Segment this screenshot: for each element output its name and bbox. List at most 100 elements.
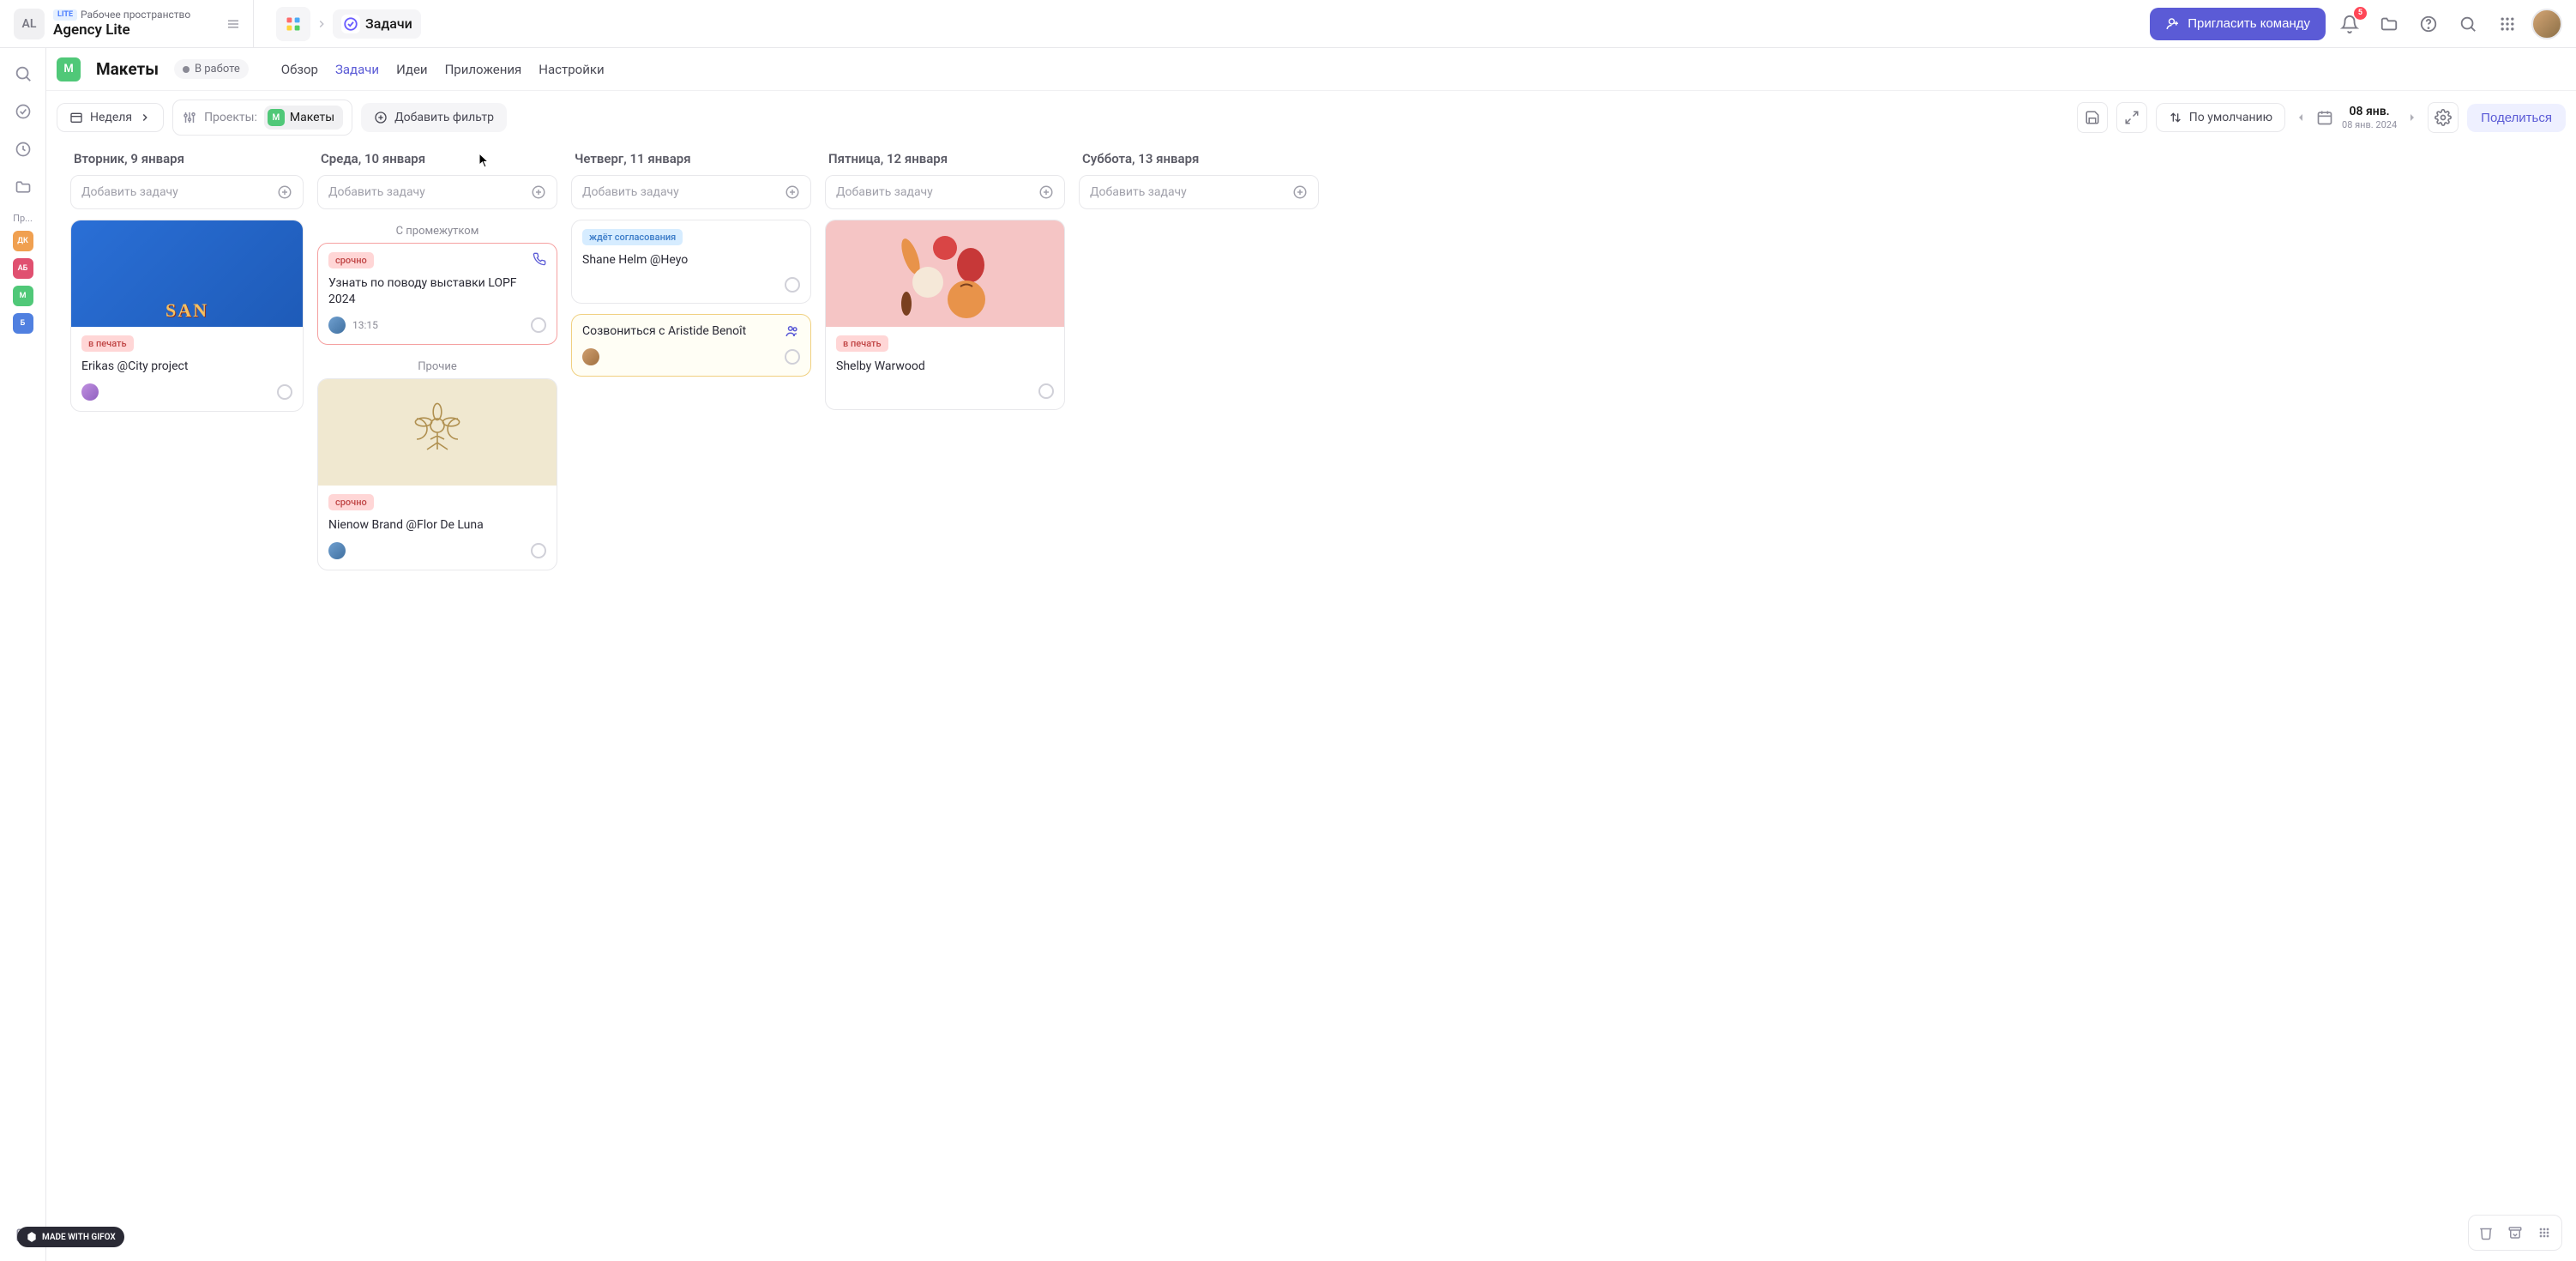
add-task-input[interactable]: Добавить задачу — [571, 175, 811, 209]
task-card[interactable]: ждёт согласования Shane Helm @Heyo — [571, 220, 811, 304]
task-title: Узнать по поводу выставки LOPF 2024 — [328, 275, 526, 308]
task-complete-checkbox[interactable] — [531, 317, 546, 333]
task-card[interactable]: Созвониться с Aristide Benoît — [571, 314, 811, 377]
notifications-button[interactable]: 5 — [2334, 9, 2365, 39]
add-task-input[interactable]: Добавить задачу — [70, 175, 304, 209]
task-card[interactable]: срочно Узнать по поводу выставки LOPF 202… — [317, 243, 557, 345]
assignee-avatar[interactable] — [81, 383, 99, 401]
task-complete-checkbox[interactable] — [1038, 383, 1054, 399]
bottom-tools — [2468, 1215, 2562, 1251]
task-complete-checkbox[interactable] — [785, 277, 800, 293]
phone-icon — [533, 252, 546, 266]
subnav-tasks[interactable]: Задачи — [335, 58, 379, 81]
sidebar-icon-1[interactable] — [8, 96, 39, 127]
date-navigator: 08 янв. 08 янв. 2024 — [2294, 105, 2419, 130]
filter-settings-icon[interactable] — [182, 110, 197, 125]
current-date: 08 янв. — [2342, 105, 2397, 119]
apps-grid-button[interactable] — [276, 7, 310, 41]
project-filter-chip[interactable]: М Макеты — [264, 106, 343, 130]
sidebar-avatar-3[interactable]: Б — [13, 313, 33, 334]
add-task-input[interactable]: Добавить задачу — [1079, 175, 1319, 209]
date-prev-button[interactable] — [2294, 111, 2308, 124]
week-selector[interactable]: Неделя — [57, 103, 164, 132]
section-label: Прочие — [317, 355, 557, 378]
invite-team-button[interactable]: Пригласить команду — [2150, 8, 2326, 40]
filter-group: Проекты: М Макеты — [172, 100, 352, 136]
task-time: 13:15 — [352, 319, 378, 331]
project-status[interactable]: В работе — [174, 59, 249, 79]
date-next-button[interactable] — [2405, 111, 2419, 124]
sort-selector[interactable]: По умолчанию — [2156, 103, 2285, 132]
breadcrumb: Задачи — [276, 7, 421, 41]
share-button[interactable]: Поделиться — [2467, 104, 2566, 132]
view-settings-button[interactable] — [2428, 102, 2459, 133]
sidebar-avatar-2[interactable]: М — [13, 286, 33, 306]
workspace-menu-icon[interactable] — [226, 16, 241, 32]
task-complete-checkbox[interactable] — [277, 384, 292, 400]
assignee-avatar[interactable] — [328, 317, 346, 334]
column: Вторник, 9 январяДобавить задачу SAN в печ… — [57, 144, 310, 1251]
column-header: Пятница, 12 января — [825, 144, 1065, 175]
sidebar-folder[interactable] — [8, 172, 39, 202]
notification-count-badge: 5 — [2354, 7, 2367, 20]
task-complete-checkbox[interactable] — [785, 349, 800, 365]
column: Суббота, 13 январяДобавить задачу — [1072, 144, 1326, 1251]
apps-button[interactable] — [2492, 9, 2523, 39]
calendar-icon[interactable] — [2316, 109, 2333, 126]
task-card[interactable]: срочноNienow Brand @Flor De Luna — [317, 378, 557, 570]
help-button[interactable] — [2413, 9, 2444, 39]
task-tag: в печать — [81, 335, 134, 352]
grid-button[interactable] — [2532, 1221, 2556, 1245]
subnav-overview[interactable]: Обзор — [281, 58, 318, 81]
subnav-apps[interactable]: Приложения — [445, 58, 522, 81]
section-label: С промежутком — [317, 220, 557, 243]
task-title: Созвониться с Aristide Benoît — [582, 323, 778, 340]
chevron-right-icon — [316, 18, 328, 30]
task-tag: в печать — [836, 335, 888, 352]
trash-button[interactable] — [2474, 1221, 2498, 1245]
task-complete-checkbox[interactable] — [531, 543, 546, 558]
people-icon — [785, 323, 800, 339]
sidebar-avatar-0[interactable]: ДК — [13, 231, 33, 251]
task-card[interactable]: SANв печатьErikas @City project — [70, 220, 304, 412]
topbar: AL LITE Рабочее пространство Agency Lite — [0, 0, 2576, 48]
user-avatar[interactable] — [2531, 9, 2562, 39]
task-card[interactable]: в печать Shelby Warwood — [825, 220, 1065, 410]
workspace-sublabel: Рабочее пространство — [81, 9, 190, 21]
expand-button[interactable] — [2116, 102, 2147, 133]
folder-button[interactable] — [2374, 9, 2404, 39]
sidebar-icon-2[interactable] — [8, 134, 39, 165]
plus-circle-icon — [785, 184, 800, 200]
archive-button[interactable] — [2503, 1221, 2527, 1245]
card-image — [318, 379, 557, 486]
add-task-input[interactable]: Добавить задачу — [825, 175, 1065, 209]
add-filter-button[interactable]: Добавить фильтр — [361, 103, 507, 132]
save-view-button[interactable] — [2077, 102, 2108, 133]
task-title: Shelby Warwood — [836, 359, 1054, 375]
task-tag: ждёт согласования — [582, 229, 683, 245]
assignee-avatar[interactable] — [582, 348, 599, 365]
sidebar-avatar-1[interactable]: АБ — [13, 258, 33, 279]
sidebar-search[interactable] — [8, 58, 39, 89]
task-tag: срочно — [328, 252, 374, 268]
task-title: Shane Helm @Heyo — [582, 252, 800, 268]
column-header: Вторник, 9 января — [70, 144, 304, 175]
card-image: SAN — [71, 220, 303, 327]
plus-circle-icon — [1038, 184, 1054, 200]
tasks-icon — [341, 15, 360, 33]
subnav: Обзор Задачи Идеи Приложения Настройки — [281, 58, 605, 81]
subheader: М Макеты В работе Обзор Задачи Идеи Прил… — [46, 48, 2576, 91]
add-task-input[interactable]: Добавить задачу — [317, 175, 557, 209]
subnav-settings[interactable]: Настройки — [539, 58, 604, 81]
chevron-right-icon — [139, 112, 151, 124]
breadcrumb-tasks[interactable]: Задачи — [333, 9, 421, 39]
workspace-switcher[interactable]: AL LITE Рабочее пространство Agency Lite — [14, 0, 254, 47]
search-button[interactable] — [2453, 9, 2483, 39]
project-badge: М — [57, 57, 81, 81]
subnav-ideas[interactable]: Идеи — [396, 58, 428, 81]
current-date-full: 08 янв. 2024 — [2342, 119, 2397, 130]
assignee-avatar[interactable] — [328, 542, 346, 559]
lite-badge: LITE — [53, 9, 77, 21]
column-header: Суббота, 13 января — [1079, 144, 1319, 175]
plus-circle-icon — [277, 184, 292, 200]
